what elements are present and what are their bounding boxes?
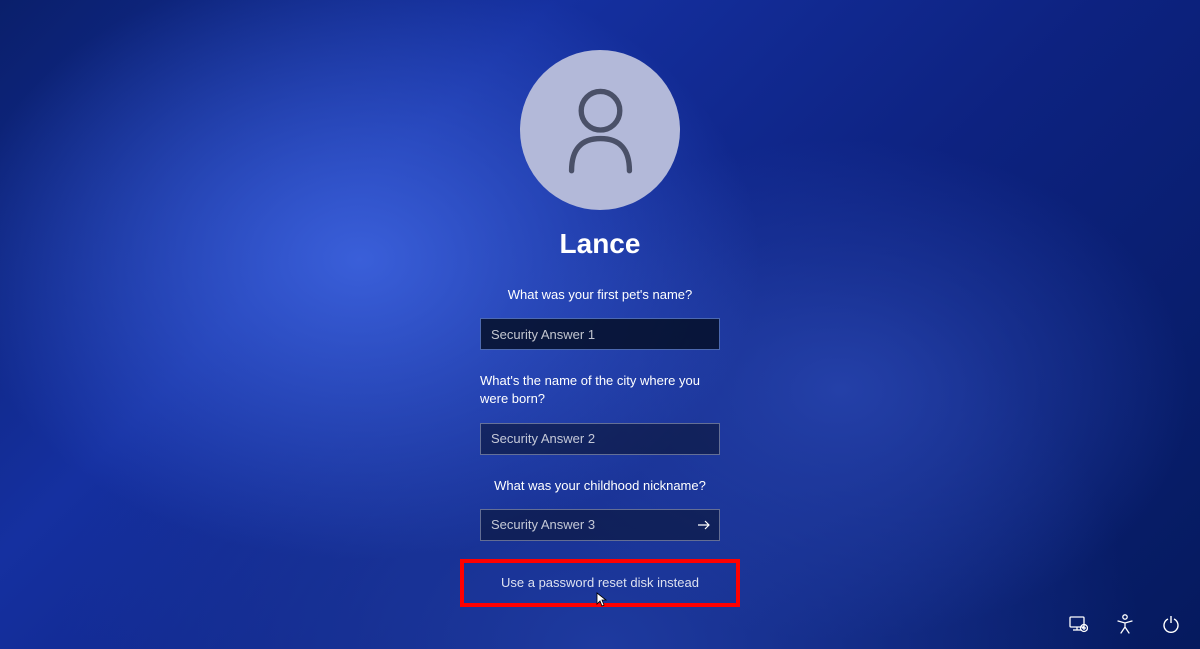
- user-avatar: [520, 50, 680, 210]
- submit-arrow-button[interactable]: [688, 509, 720, 541]
- person-icon: [563, 85, 638, 175]
- network-button[interactable]: [1068, 615, 1088, 633]
- cursor-icon: [592, 591, 608, 611]
- bottom-toolbar: [1068, 614, 1180, 634]
- username-label: Lance: [560, 228, 641, 260]
- security-answer-1-input[interactable]: [480, 318, 720, 350]
- security-question-3: What was your childhood nickname?: [494, 477, 706, 495]
- security-question-1: What was your first pet's name?: [508, 286, 693, 304]
- security-question-2: What's the name of the city where you we…: [480, 372, 720, 408]
- security-answer-2-input[interactable]: [480, 423, 720, 455]
- login-security-questions-panel: Lance What was your first pet's name? Wh…: [0, 0, 1200, 607]
- network-icon: [1068, 615, 1088, 633]
- arrow-right-icon: [695, 516, 713, 534]
- security-answer-3-input[interactable]: [480, 509, 720, 541]
- password-reset-disk-link[interactable]: Use a password reset disk instead: [501, 575, 699, 590]
- reset-link-highlight-box: Use a password reset disk instead: [460, 559, 740, 607]
- power-icon: [1162, 615, 1180, 633]
- power-button[interactable]: [1162, 615, 1180, 633]
- accessibility-icon: [1116, 614, 1134, 634]
- accessibility-button[interactable]: [1116, 614, 1134, 634]
